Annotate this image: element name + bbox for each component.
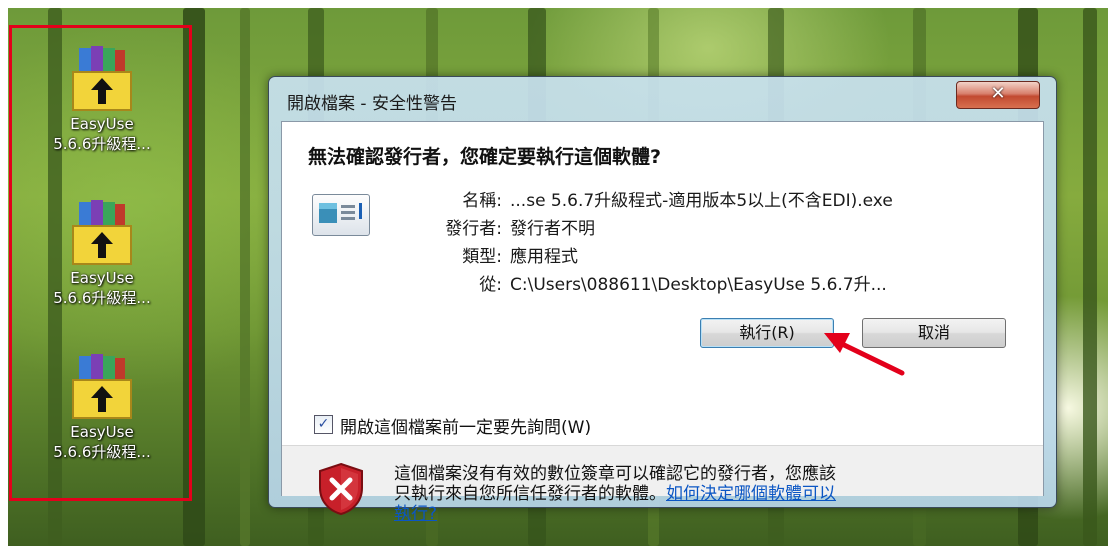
shield-error-icon: [316, 462, 366, 516]
publisher-value: 發行者不明: [510, 219, 595, 239]
dialog-content: 無法確認發行者，您確定要執行這個軟體? 名稱: ...se 5.6.7升級程式-…: [281, 121, 1044, 524]
ask-before-open-label[interactable]: 開啟這個檔案前一定要先詢問(W): [340, 413, 591, 438]
type-key: 類型:: [462, 247, 502, 267]
desktop-icon-easyuse-1[interactable]: EasyUse 5.6.6升級程...: [22, 42, 182, 154]
name-key: 名稱:: [462, 191, 502, 211]
close-icon: ✕: [990, 83, 1006, 104]
application-icon: [312, 194, 370, 236]
from-value: C:\Users\088611\Desktop\EasyUse 5.6.7升..…: [510, 275, 887, 295]
red-pointer-arrow-icon: [824, 333, 905, 376]
winrar-archive-icon: [67, 42, 137, 114]
winrar-archive-icon: [67, 196, 137, 268]
footer-message: 這個檔案沒有有效的數位簽章可以確認它的發行者，您應該 只執行來自您所信任發行者的…: [394, 464, 994, 524]
name-value: ...se 5.6.7升級程式-適用版本5以上(不含EDI).exe: [510, 191, 893, 211]
ask-before-open-checkbox[interactable]: ✓: [314, 415, 333, 434]
publisher-key: 發行者:: [445, 219, 502, 239]
desktop-icon-easyuse-2[interactable]: EasyUse 5.6.6升級程...: [22, 196, 182, 308]
security-warning-dialog: 開啟檔案 - 安全性警告 ✕ 無法確認發行者，您確定要執行這個軟體? 名稱: .…: [268, 76, 1057, 524]
dialog-title: 開啟檔案 - 安全性警告: [287, 94, 457, 114]
warning-heading: 無法確認發行者，您確定要執行這個軟體?: [308, 146, 662, 168]
winrar-archive-icon: [67, 350, 137, 422]
from-key: 從:: [479, 275, 502, 295]
help-link-continued[interactable]: 執行?: [394, 504, 994, 524]
close-button[interactable]: ✕: [956, 81, 1040, 109]
footer-text-line2: 只執行來自您所信任發行者的軟體。: [394, 484, 666, 504]
desktop-icons-highlight: EasyUse 5.6.6升級程... EasyUse 5.6.6升級程...: [9, 25, 192, 501]
footer-text-line1: 這個檔案沒有有效的數位簽章可以確認它的發行者，您應該: [394, 464, 836, 484]
desktop-icon-easyuse-3[interactable]: EasyUse 5.6.6升級程...: [22, 350, 182, 462]
type-value: 應用程式: [510, 247, 578, 267]
help-link[interactable]: 如何決定哪個軟體可以: [666, 484, 836, 504]
